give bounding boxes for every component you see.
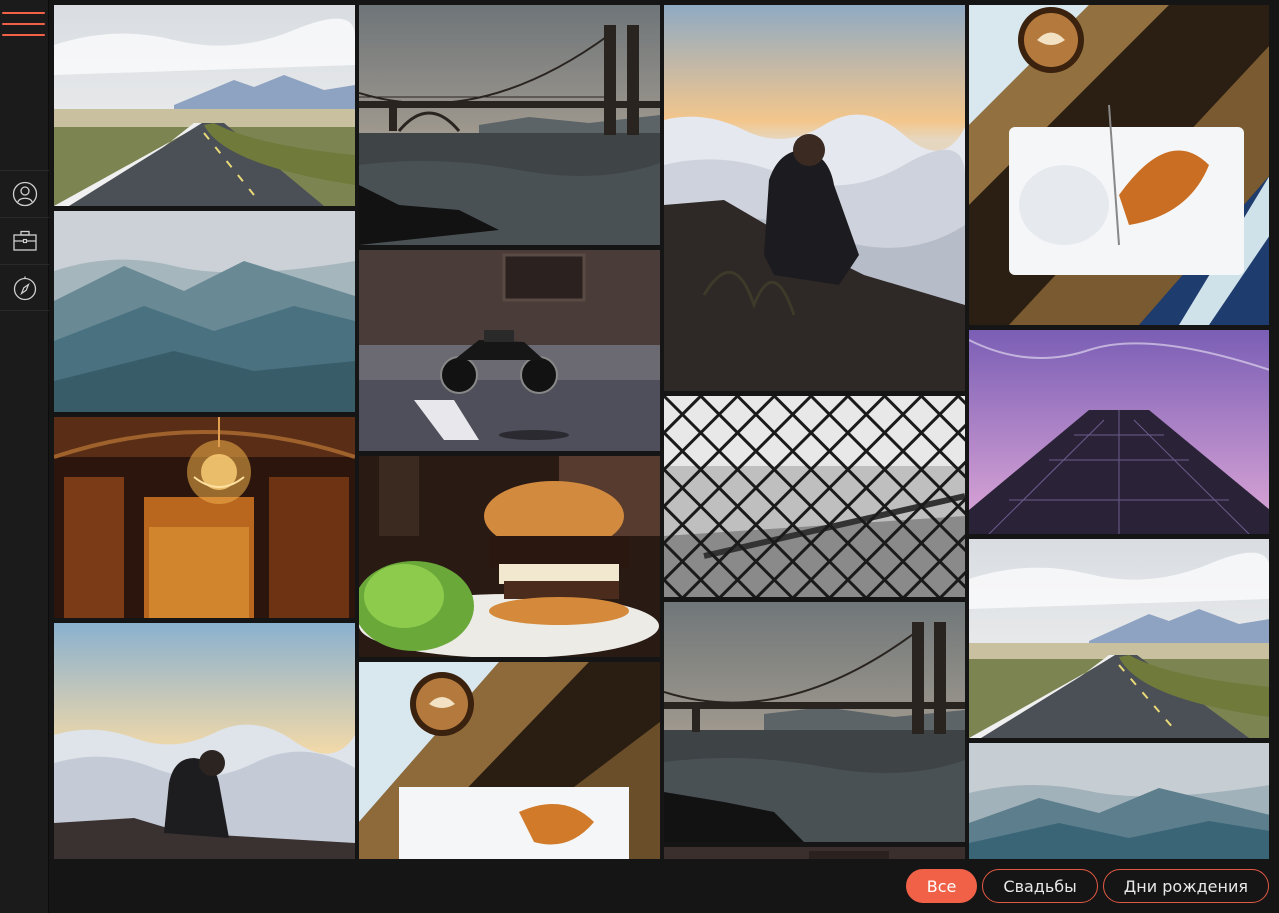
photo-tile[interactable] — [969, 5, 1269, 325]
photo-tile[interactable] — [54, 5, 355, 206]
filter-all-button[interactable]: Все — [905, 869, 978, 903]
briefcase-icon — [12, 230, 37, 251]
sidebar-item-profile[interactable] — [0, 170, 49, 217]
sidebar-item-explore[interactable] — [0, 264, 49, 311]
category-filters: Все Свадьбы Дни рождения — [905, 869, 1269, 903]
photo-tile[interactable] — [664, 5, 965, 391]
photo-tile[interactable] — [359, 662, 660, 859]
photo-tile[interactable] — [54, 417, 355, 618]
sidebar-nav — [0, 170, 49, 311]
photo-tile[interactable] — [359, 5, 660, 245]
photo-tile[interactable] — [969, 330, 1269, 534]
user-icon — [12, 181, 37, 207]
photo-tile[interactable] — [969, 539, 1269, 738]
photo-tile[interactable] — [664, 602, 965, 842]
filter-birthdays-button[interactable]: Дни рождения — [1102, 869, 1269, 903]
photo-tile[interactable] — [359, 250, 660, 451]
photo-tile-partial[interactable] — [664, 847, 965, 859]
photo-tile[interactable] — [969, 743, 1269, 859]
compass-icon — [13, 276, 36, 300]
photo-tile[interactable] — [359, 456, 660, 657]
sidebar-item-portfolio[interactable] — [0, 217, 49, 264]
filter-weddings-button[interactable]: Свадьбы — [982, 869, 1098, 903]
photo-tile[interactable] — [54, 623, 355, 859]
photo-gallery — [54, 5, 1269, 859]
photo-tile[interactable] — [54, 211, 355, 412]
photo-tile[interactable] — [664, 396, 965, 597]
hamburger-menu-icon[interactable] — [0, 8, 49, 42]
sidebar — [0, 0, 49, 913]
app: Все Свадьбы Дни рождения — [0, 0, 1279, 913]
